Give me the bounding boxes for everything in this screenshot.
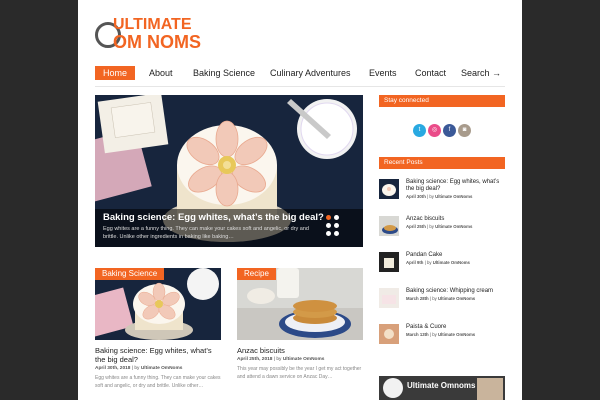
stay-connected-heading: Stay connected	[379, 95, 505, 107]
logo-line-2a: OM NOM	[113, 32, 189, 52]
recent-post-date: April 30th	[406, 194, 426, 199]
logo-line-2: OM NOMS	[113, 32, 201, 52]
recent-post-title[interactable]: Baking science: Whipping cream	[406, 288, 504, 295]
slider-dot-1[interactable]	[326, 215, 331, 220]
logo-line-2b: S	[189, 32, 202, 52]
recent-post-title[interactable]: Baking science: Egg whites, what’s the b…	[406, 179, 504, 193]
nav-divider	[95, 86, 505, 87]
nav-search[interactable]: Search →	[461, 66, 501, 80]
nav-about[interactable]: About	[149, 66, 173, 80]
recent-post-thumb[interactable]	[379, 179, 399, 199]
recent-post-meta: March 13th | by Ultimate OmNoms	[406, 332, 476, 337]
slider-dot-4[interactable]	[334, 223, 339, 228]
slider-dot-6[interactable]	[334, 231, 339, 236]
post-card[interactable]: Recipe Anzac biscuits April 25th, 2018 |…	[237, 268, 363, 400]
page: ULTIMATE OM NOMS Home About Baking Scien…	[78, 0, 522, 400]
post-by: by	[134, 366, 140, 371]
recent-post-item[interactable]: Anzac biscuits April 25th | by Ultimate …	[379, 216, 505, 242]
recent-post-by: by	[429, 224, 434, 229]
slider-dot-5[interactable]	[326, 231, 331, 236]
recent-post-author[interactable]: Ultimate OmNoms	[435, 224, 472, 229]
recent-post-meta: April 25th | by Ultimate OmNoms	[406, 224, 473, 229]
recent-post-thumb[interactable]	[379, 216, 399, 236]
post-card[interactable]: Baking Science Baking science: Egg white…	[95, 268, 221, 400]
slider-dot-2[interactable]	[334, 215, 339, 220]
recent-thumb-image	[379, 216, 399, 236]
nav-events[interactable]: Events	[369, 66, 397, 80]
social-links: t ◎ f ◙	[413, 124, 473, 138]
post-excerpt: This year may possibly be the year I get…	[237, 366, 362, 380]
nav-contact[interactable]: Contact	[415, 66, 446, 80]
post-by: by	[276, 357, 282, 362]
recent-post-item[interactable]: Baking science: Egg whites, what’s the b…	[379, 179, 505, 205]
nav-culinary-adventures[interactable]: Culinary Adventures	[270, 66, 351, 80]
recent-post-author[interactable]: Ultimate OmNoms	[438, 296, 475, 301]
recent-thumb-image	[379, 179, 399, 199]
recent-thumb-image	[379, 288, 399, 308]
recent-post-date: April 9th	[406, 260, 424, 265]
recent-post-meta: March 28th | by Ultimate OmNoms	[406, 296, 476, 301]
post-title[interactable]: Anzac biscuits	[237, 346, 363, 355]
nav-baking-science[interactable]: Baking Science	[193, 66, 255, 80]
twitter-icon[interactable]: t	[413, 124, 426, 137]
recent-post-title[interactable]: Anzac biscuits	[406, 216, 504, 223]
post-title[interactable]: Baking science: Egg whites, what’s the b…	[95, 346, 221, 364]
recent-post-date: March 28th	[406, 296, 429, 301]
recent-posts-heading: Recent Posts	[379, 157, 505, 169]
slider-title[interactable]: Baking science: Egg whites, what’s the b…	[103, 212, 324, 223]
recent-post-author[interactable]: Ultimate OmNoms	[435, 194, 472, 199]
recent-post-thumb[interactable]	[379, 252, 399, 272]
post-author[interactable]: Ultimate OmNoms	[141, 366, 183, 371]
post-excerpt: Egg whites are a funny thing. They can m…	[95, 375, 221, 389]
recent-post-date: March 13th	[406, 332, 429, 337]
recent-post-thumb[interactable]	[379, 288, 399, 308]
recent-post-item[interactable]: Baking science: Whipping cream March 28t…	[379, 288, 505, 314]
recent-post-item[interactable]: Paista & Cuore March 13th | by Ultimate …	[379, 324, 505, 350]
instagram-icon[interactable]: ◙	[458, 124, 471, 137]
recent-post-by: by	[432, 332, 437, 337]
main-nav: Home About Baking Science Culinary Adven…	[78, 62, 522, 84]
recent-post-author[interactable]: Ultimate OmNoms	[433, 260, 470, 265]
recent-thumb-image	[379, 324, 399, 344]
recent-post-meta: April 30th | by Ultimate OmNoms	[406, 194, 473, 199]
recent-post-item[interactable]: Pandan Cake April 9th | by Ultimate OmNo…	[379, 252, 505, 278]
recent-post-thumb[interactable]	[379, 324, 399, 344]
slider-excerpt: Egg whites are a funny thing. They can m…	[103, 226, 309, 240]
facebook-icon[interactable]: f	[443, 124, 456, 137]
recent-post-by: by	[429, 194, 434, 199]
post-meta: April 25th, 2018 | by Ultimate OmNoms	[237, 357, 325, 362]
recent-post-author[interactable]: Ultimate OmNoms	[438, 332, 475, 337]
recent-post-date: April 25th	[406, 224, 426, 229]
instagram-widget[interactable]: Ultimate Omnoms	[379, 376, 505, 400]
slider-dot-3[interactable]	[326, 223, 331, 228]
site-logo[interactable]: ULTIMATE OM NOMS	[95, 14, 205, 54]
recent-post-by: by	[426, 260, 432, 265]
recent-post-by: by	[432, 296, 437, 301]
slider-pagination	[326, 215, 346, 243]
recent-post-title[interactable]: Pandan Cake	[406, 252, 504, 259]
post-date: April 25th, 2018	[237, 357, 273, 362]
category-tag[interactable]: Baking Science	[95, 268, 165, 280]
recent-post-meta: April 9th | by Ultimate OmNoms	[406, 260, 470, 265]
post-meta: April 30th, 2018 | by Ultimate OmNoms	[95, 366, 183, 371]
category-tag[interactable]: Recipe	[237, 268, 276, 280]
post-date: April 30th, 2018	[95, 366, 131, 371]
recent-post-title[interactable]: Paista & Cuore	[406, 324, 504, 331]
nav-home[interactable]: Home	[95, 66, 136, 80]
recent-thumb-image	[379, 252, 399, 272]
featured-slider[interactable]: Baking science: Egg whites, what’s the b…	[95, 95, 363, 247]
instagram-widget-title: Ultimate Omnoms	[407, 381, 476, 390]
dribbble-icon[interactable]: ◎	[428, 124, 441, 137]
post-author[interactable]: Ultimate OmNoms	[283, 357, 325, 362]
